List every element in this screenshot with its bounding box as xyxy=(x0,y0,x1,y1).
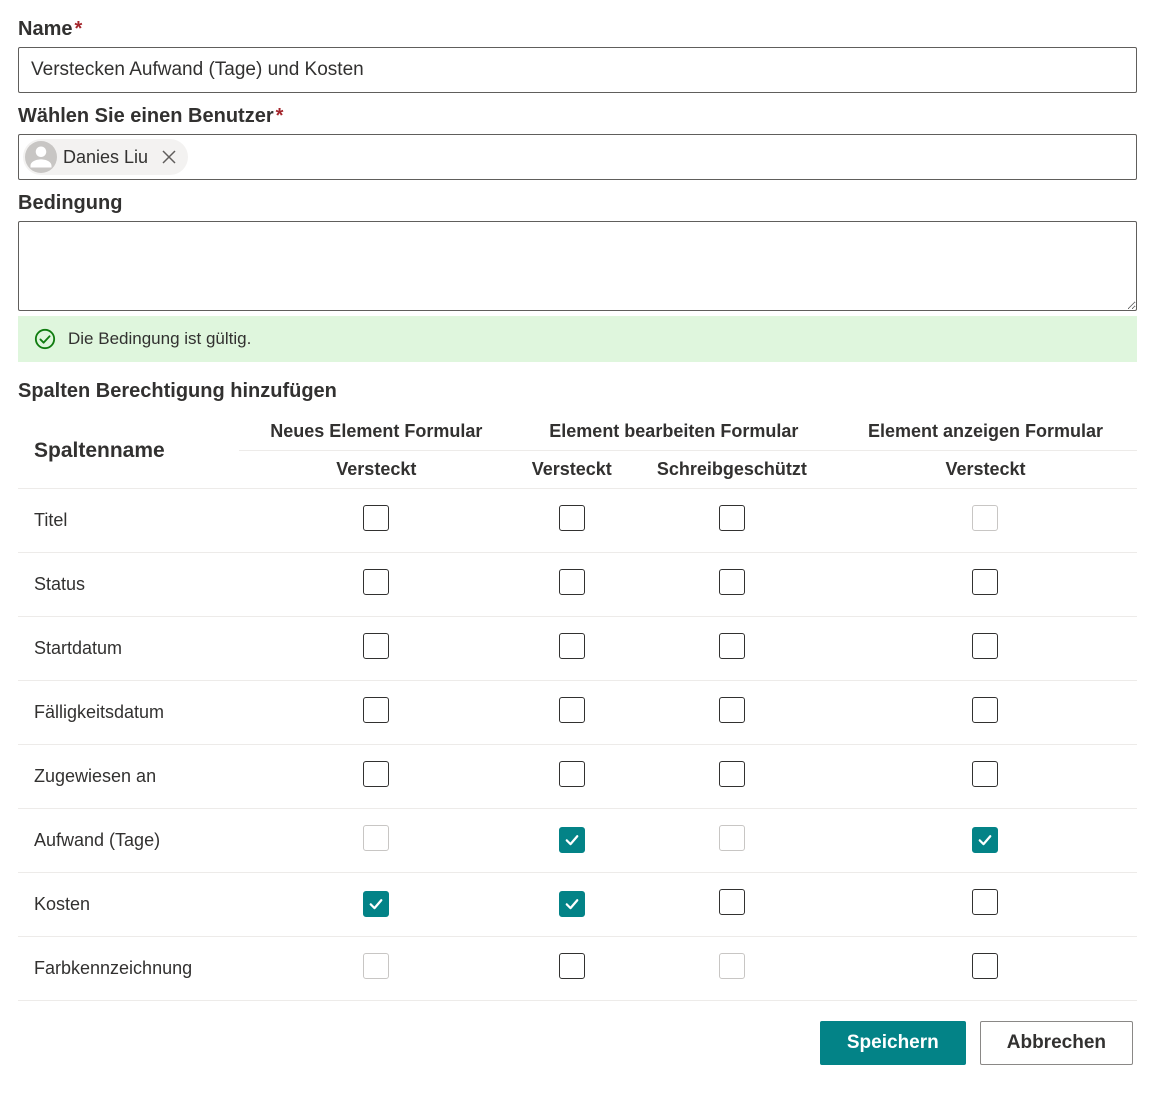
row-label: Titel xyxy=(18,489,239,553)
row-label: Zugewiesen an xyxy=(18,745,239,809)
user-picker[interactable]: Danies Liu xyxy=(18,134,1137,180)
checkbox-view-hidden[interactable] xyxy=(972,569,998,595)
checkbox-view-hidden[interactable] xyxy=(972,633,998,659)
row-label: Startdatum xyxy=(18,617,239,681)
row-label: Aufwand (Tage) xyxy=(18,809,239,873)
validation-text: Die Bedingung ist gültig. xyxy=(68,329,251,349)
checkbox-edit-readonly[interactable] xyxy=(719,569,745,595)
checkbox-edit-readonly[interactable] xyxy=(719,889,745,915)
name-input[interactable] xyxy=(18,47,1137,93)
checkbox-edit-readonly[interactable] xyxy=(719,761,745,787)
table-row: Status xyxy=(18,553,1137,617)
remove-user-icon[interactable] xyxy=(158,146,180,168)
checkbox-edit-readonly xyxy=(719,953,745,979)
table-row: Titel xyxy=(18,489,1137,553)
row-label: Status xyxy=(18,553,239,617)
table-row: Fälligkeitsdatum xyxy=(18,681,1137,745)
checkbox-new-hidden xyxy=(363,953,389,979)
checkbox-new-hidden[interactable] xyxy=(363,697,389,723)
checkbox-edit-hidden[interactable] xyxy=(559,569,585,595)
checkbox-view-hidden[interactable] xyxy=(972,761,998,787)
header-editform: Element bearbeiten Formular xyxy=(514,413,834,451)
header-newform: Neues Element Formular xyxy=(239,413,514,451)
table-row: Farbkennzeichnung xyxy=(18,937,1137,1001)
checkbox-edit-hidden[interactable] xyxy=(559,953,585,979)
header-colname: Spaltenname xyxy=(18,413,239,489)
user-label: Wählen Sie einen Benutzer* xyxy=(18,105,1137,128)
checkbox-edit-hidden[interactable] xyxy=(559,697,585,723)
table-row: Kosten xyxy=(18,873,1137,937)
row-label: Kosten xyxy=(18,873,239,937)
check-circle-icon xyxy=(34,328,56,350)
checkbox-edit-readonly xyxy=(719,825,745,851)
checkbox-new-hidden[interactable] xyxy=(363,891,389,917)
table-row: Zugewiesen an xyxy=(18,745,1137,809)
row-label: Farbkennzeichnung xyxy=(18,937,239,1001)
checkbox-edit-readonly[interactable] xyxy=(719,697,745,723)
checkbox-edit-hidden[interactable] xyxy=(559,761,585,787)
checkbox-view-hidden[interactable] xyxy=(972,697,998,723)
checkbox-edit-hidden[interactable] xyxy=(559,633,585,659)
sub-new-hidden: Versteckt xyxy=(239,451,514,489)
checkbox-new-hidden[interactable] xyxy=(363,505,389,531)
checkbox-edit-hidden[interactable] xyxy=(559,891,585,917)
checkbox-new-hidden[interactable] xyxy=(363,633,389,659)
validation-banner: Die Bedingung ist gültig. xyxy=(18,316,1137,362)
checkbox-edit-readonly[interactable] xyxy=(719,633,745,659)
condition-label: Bedingung xyxy=(18,192,1137,215)
table-row: Aufwand (Tage) xyxy=(18,809,1137,873)
checkbox-edit-hidden[interactable] xyxy=(559,505,585,531)
save-button[interactable]: Speichern xyxy=(820,1021,966,1065)
name-label: Name* xyxy=(18,18,1137,41)
condition-input[interactable] xyxy=(18,221,1137,311)
header-viewform: Element anzeigen Formular xyxy=(834,413,1137,451)
checkbox-view-hidden[interactable] xyxy=(972,827,998,853)
cancel-button[interactable]: Abbrechen xyxy=(980,1021,1133,1065)
sub-edit-hidden: Versteckt xyxy=(514,451,630,489)
checkbox-view-hidden[interactable] xyxy=(972,953,998,979)
user-chip-name: Danies Liu xyxy=(63,147,148,168)
checkbox-edit-readonly[interactable] xyxy=(719,505,745,531)
checkbox-view-hidden xyxy=(972,505,998,531)
permissions-table: Spaltenname Neues Element Formular Eleme… xyxy=(18,413,1137,1001)
sub-view-hidden: Versteckt xyxy=(834,451,1137,489)
checkbox-new-hidden[interactable] xyxy=(363,569,389,595)
checkbox-edit-hidden[interactable] xyxy=(559,827,585,853)
table-row: Startdatum xyxy=(18,617,1137,681)
avatar-icon xyxy=(25,141,57,173)
sub-edit-readonly: Schreibgeschützt xyxy=(630,451,834,489)
checkbox-new-hidden[interactable] xyxy=(363,761,389,787)
user-chip[interactable]: Danies Liu xyxy=(23,139,188,175)
section-title: Spalten Berechtigung hinzufügen xyxy=(18,380,1137,403)
checkbox-view-hidden[interactable] xyxy=(972,889,998,915)
checkbox-new-hidden xyxy=(363,825,389,851)
row-label: Fälligkeitsdatum xyxy=(18,681,239,745)
